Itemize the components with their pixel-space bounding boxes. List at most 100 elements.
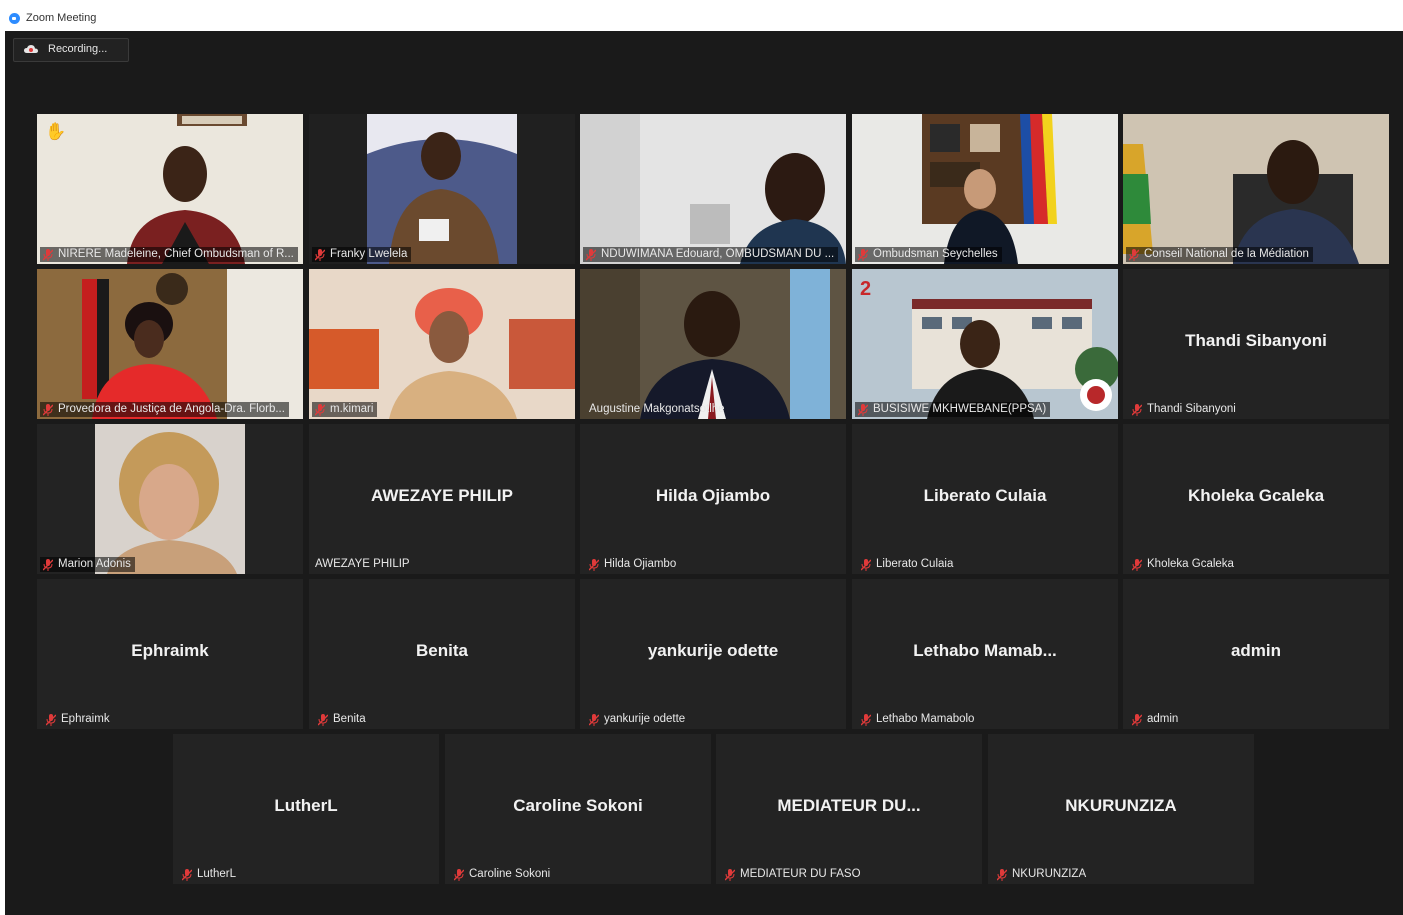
participant-name-tag: LutherL <box>179 867 240 882</box>
name-tile[interactable]: Hilda Ojiambo Hilda Ojiambo <box>580 424 846 574</box>
participant-name: Thandi Sibanyoni <box>1147 403 1236 415</box>
participant-name-tag: yankurije odette <box>586 712 689 727</box>
participant-display-name: NKURUNZIZA <box>1065 796 1177 815</box>
cloud-recording-icon <box>24 45 38 53</box>
participant-display-name: Liberato Culaia <box>923 486 1047 505</box>
muted-mic-icon <box>43 558 53 571</box>
participant-name: Benita <box>333 713 366 725</box>
participant-name-tag: NDUWIMANA Edouard, OMBUDSMAN DU ... <box>583 247 839 262</box>
participant-video <box>37 269 303 419</box>
participant-name-tag: MEDIATEUR DU FASO <box>722 867 865 882</box>
name-tile[interactable]: Benita Benita <box>309 579 575 729</box>
participant-name: Liberato Culaia <box>876 558 954 570</box>
name-tile[interactable]: MEDIATEUR DU... MEDIATEUR DU FASO <box>716 734 982 884</box>
participant-name-tag: NIRERE Madeleine, Chief Ombudsman of R..… <box>40 247 298 262</box>
participant-name: Augustine Makgonatsotlhe <box>589 403 725 415</box>
name-tile[interactable]: LutherL LutherL <box>173 734 439 884</box>
participant-name: NKURUNZIZA <box>1012 868 1087 880</box>
window-title: Zoom Meeting <box>26 12 97 24</box>
recording-label: Recording... <box>48 43 108 55</box>
muted-mic-icon <box>1129 248 1139 261</box>
recording-indicator[interactable]: Recording... <box>13 38 129 62</box>
raise-hand-icon: ✋ <box>45 122 67 141</box>
muted-mic-icon <box>861 713 871 726</box>
participant-name-tag: AWEZAYE PHILIP <box>312 557 414 572</box>
participant-display-name: Lethabo Mamab... <box>913 641 1057 660</box>
video-tile[interactable]: ✋ NIRERE Madeleine, Chief Ombudsman of R… <box>37 114 303 264</box>
participant-name: Kholeka Gcaleka <box>1147 558 1234 570</box>
participant-name: m.kimari <box>330 403 374 415</box>
participant-display-name: admin <box>1230 641 1282 660</box>
participant-name-tag: BUSISIWE MKHWEBANE(PPSA) <box>855 402 1051 417</box>
video-tile[interactable]: Marion Adonis <box>37 424 303 574</box>
participant-name-tag: Provedora de Justiça de Angola-Dra. Flor… <box>40 402 289 417</box>
video-tile[interactable]: Provedora de Justiça de Angola-Dra. Flor… <box>37 269 303 419</box>
muted-mic-icon <box>454 868 464 881</box>
video-tile[interactable]: Ombudsman Seychelles <box>852 114 1118 264</box>
participant-name-tag: Conseil National de la Médiation <box>1126 247 1313 262</box>
participant-name: LutherL <box>197 868 237 880</box>
muted-mic-icon <box>589 558 599 571</box>
name-tile[interactable]: yankurije odette yankurije odette <box>580 579 846 729</box>
participant-name: Ephraimk <box>61 713 110 725</box>
participant-name-tag: Lethabo Mamabolo <box>858 712 978 727</box>
participant-display-name: yankurije odette <box>647 641 779 660</box>
muted-mic-icon <box>1132 403 1142 416</box>
name-tile[interactable]: Lethabo Mamab... Lethabo Mamabolo <box>852 579 1118 729</box>
video-tile-active-speaker[interactable]: Augustine Makgonatsotlhe <box>580 269 846 419</box>
muted-mic-icon <box>861 558 871 571</box>
name-tile[interactable]: Caroline Sokoni Caroline Sokoni <box>445 734 711 884</box>
name-tile[interactable]: Thandi Sibanyoni Thandi Sibanyoni <box>1123 269 1389 419</box>
muted-mic-icon <box>43 403 53 416</box>
participant-video <box>309 269 575 419</box>
participant-name-tag: Benita <box>315 712 370 727</box>
video-tile[interactable]: NDUWIMANA Edouard, OMBUDSMAN DU ... <box>580 114 846 264</box>
participant-name-tag: Marion Adonis <box>40 557 135 572</box>
title-bar: Zoom Meeting <box>0 0 1403 31</box>
participant-display-name: Benita <box>416 641 468 660</box>
participant-display-name: Hilda Ojiambo <box>655 486 771 505</box>
participant-name: Hilda Ojiambo <box>604 558 677 570</box>
participant-name: NDUWIMANA Edouard, OMBUDSMAN DU ... <box>601 248 835 260</box>
participant-name-tag: m.kimari <box>312 402 378 417</box>
participant-display-name: Ephraimk <box>131 641 209 660</box>
muted-mic-icon <box>586 248 596 261</box>
participant-name: Ombudsman Seychelles <box>873 248 998 260</box>
name-tile[interactable]: NKURUNZIZA NKURUNZIZA <box>988 734 1254 884</box>
participant-name-tag: Ombudsman Seychelles <box>855 247 1002 262</box>
participant-name-tag: NKURUNZIZA <box>994 867 1090 882</box>
participant-name: Lethabo Mamabolo <box>876 713 975 725</box>
video-tile[interactable]: m.kimari <box>309 269 575 419</box>
participant-name: AWEZAYE PHILIP <box>315 558 410 570</box>
participant-video <box>1123 114 1389 264</box>
name-tile[interactable]: Ephraimk Ephraimk <box>37 579 303 729</box>
name-tile[interactable]: Kholeka Gcaleka Kholeka Gcaleka <box>1123 424 1389 574</box>
name-tile[interactable]: AWEZAYE PHILIP AWEZAYE PHILIP <box>309 424 575 574</box>
participant-name: Franky Lwelela <box>330 248 408 260</box>
participant-display-name: MEDIATEUR DU... <box>777 796 921 815</box>
name-tile[interactable]: admin admin <box>1123 579 1389 729</box>
name-tile[interactable]: Liberato Culaia Liberato Culaia <box>852 424 1118 574</box>
participant-name-tag: Franky Lwelela <box>312 247 412 262</box>
participant-name-tag: Hilda Ojiambo <box>586 557 680 572</box>
muted-mic-icon <box>858 248 868 261</box>
participant-video <box>37 424 303 574</box>
participant-name: BUSISIWE MKHWEBANE(PPSA) <box>873 403 1047 415</box>
participant-name-tag: Kholeka Gcaleka <box>1129 557 1238 572</box>
video-tile[interactable]: Conseil National de la Médiation <box>1123 114 1389 264</box>
muted-mic-icon <box>315 248 325 261</box>
participant-display-name: Kholeka Gcaleka <box>1187 486 1325 505</box>
video-tile[interactable]: Franky Lwelela <box>309 114 575 264</box>
video-tile[interactable]: 2 BUSISIWE MKHWEBANE(PPSA) <box>852 269 1118 419</box>
participant-display-name: Caroline Sokoni <box>513 796 643 815</box>
participant-display-name: LutherL <box>274 796 338 815</box>
muted-mic-icon <box>43 248 53 261</box>
svg-text:2: 2 <box>860 278 871 300</box>
muted-mic-icon <box>182 868 192 881</box>
participant-video <box>580 114 846 264</box>
participant-name: Caroline Sokoni <box>469 868 551 880</box>
muted-mic-icon <box>589 713 599 726</box>
zoom-logo-icon <box>9 13 20 24</box>
participant-display-name: Thandi Sibanyoni <box>1185 331 1327 350</box>
muted-mic-icon <box>46 713 56 726</box>
